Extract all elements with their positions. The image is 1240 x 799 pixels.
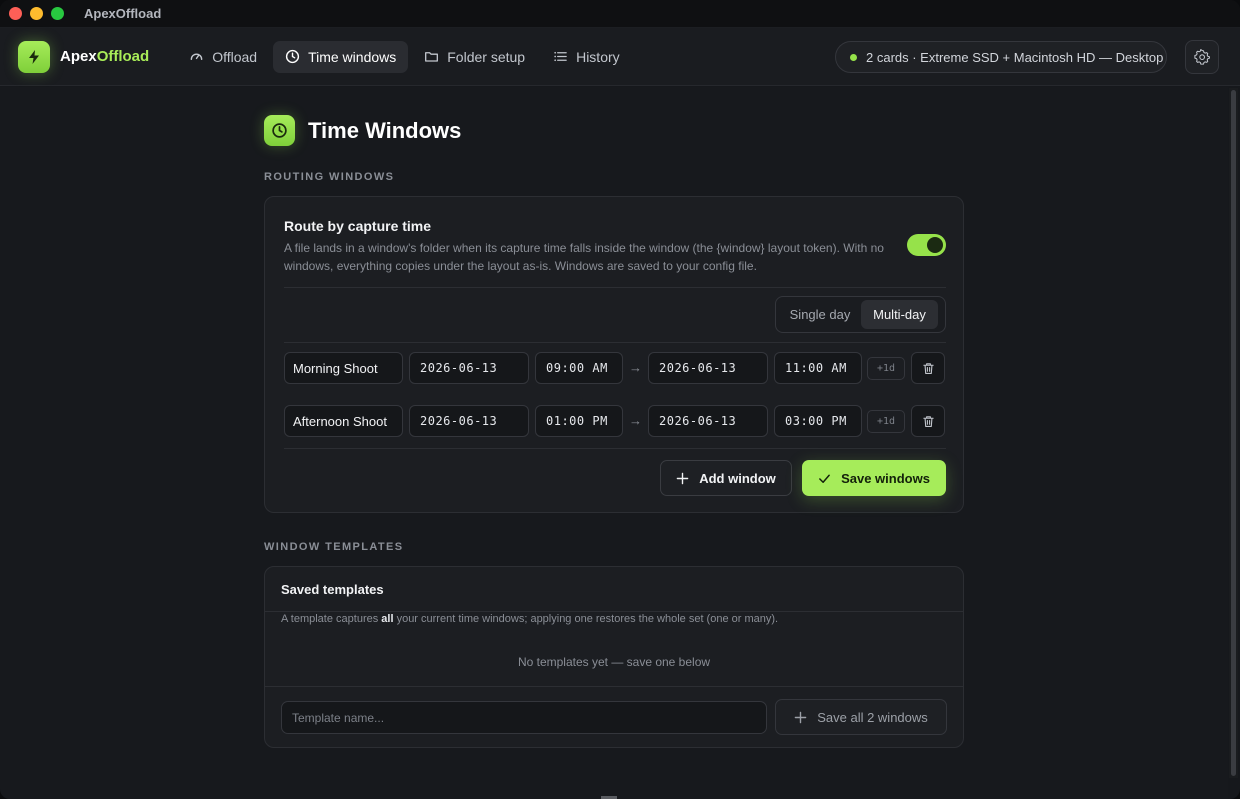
clock-icon [285, 49, 300, 64]
end-time-input[interactable]: 11:00 AM [774, 352, 862, 384]
save-all-windows-button[interactable]: Save all 2 windows [775, 699, 947, 735]
window-title: ApexOffload [84, 6, 162, 21]
day-mode-selector: Single day Multi-day [775, 296, 946, 333]
add-window-button[interactable]: Add window [660, 460, 792, 496]
brand-suffix: Offload [96, 48, 150, 65]
main-nav: Offload Time windows Folder setup Histor… [177, 40, 632, 73]
close-window-button[interactable] [9, 7, 22, 20]
folder-icon [425, 52, 439, 62]
templates-header: Saved templates [265, 567, 963, 612]
plus-day-button[interactable]: +1d [867, 410, 905, 433]
trash-icon [922, 362, 934, 374]
minimize-window-button[interactable] [30, 7, 43, 20]
brand-name: ApexOffload [60, 48, 149, 65]
plus-icon [676, 472, 689, 484]
toggle-knob [927, 237, 943, 253]
route-toggle[interactable] [907, 234, 946, 256]
start-time-input[interactable]: 09:00 AM [535, 352, 623, 384]
window-controls [9, 7, 64, 20]
list-icon [554, 51, 567, 62]
divider [284, 287, 946, 288]
brand-prefix: Apex [60, 48, 97, 65]
arrow-right-icon: → [629, 360, 642, 375]
plus-day-button[interactable]: +1d [867, 357, 905, 380]
settings-button[interactable] [1185, 40, 1219, 74]
arrow-right-icon: → [629, 413, 642, 428]
nav-history-label: History [576, 48, 620, 65]
start-time-input[interactable]: 01:00 PM [535, 405, 623, 437]
scrollbar-thumb[interactable] [1231, 90, 1236, 776]
device-status-text: 2 cards · Extreme SSD + Macintosh HD — D… [866, 49, 1164, 65]
delete-window-button[interactable] [911, 405, 945, 437]
templates-title: Saved templates [281, 582, 384, 597]
lightning-icon [18, 40, 50, 73]
nav-folder-setup[interactable]: Folder setup [412, 41, 537, 73]
nav-offload-label: Offload [212, 48, 258, 65]
route-description: A file lands in a window's folder when i… [284, 241, 884, 273]
nav-history[interactable]: History [541, 41, 632, 73]
app-window: ApexOffload ApexOffload Offload Time win… [0, 0, 1240, 799]
route-title: Route by capture time [284, 218, 432, 234]
divider [284, 342, 946, 343]
start-date-input[interactable]: 2026-06-13 [409, 405, 529, 437]
nav-offload[interactable]: Offload [177, 41, 269, 73]
templates-card: Saved templates A template captures all … [264, 566, 964, 748]
routing-card: Route by capture time A file lands in a … [264, 196, 964, 513]
scrollbar[interactable] [1229, 88, 1238, 778]
status-dot-icon [850, 53, 857, 61]
page-header: Time Windows [264, 115, 461, 146]
divider [284, 448, 946, 449]
window-name-input[interactable]: Afternoon Shoot [284, 405, 403, 437]
save-all-label: Save all 2 windows [817, 709, 928, 725]
desc-part: your current time windows; applying one … [393, 613, 779, 625]
end-date-input[interactable]: 2026-06-13 [648, 405, 768, 437]
brand: ApexOffload [18, 40, 149, 73]
save-windows-button[interactable]: Save windows [802, 460, 946, 496]
templates-description: A template captures all your current tim… [281, 613, 778, 625]
title-bar: ApexOffload [0, 0, 1240, 28]
template-name-input[interactable] [281, 701, 767, 734]
plus-icon [794, 711, 807, 723]
save-windows-label: Save windows [841, 470, 930, 486]
page-title: Time Windows [308, 117, 462, 143]
top-toolbar: ApexOffload Offload Time windows Folder … [0, 28, 1240, 86]
divider [265, 686, 963, 687]
multi-day-option[interactable]: Multi-day [861, 300, 938, 329]
gauge-icon [190, 53, 203, 61]
nav-time-windows[interactable]: Time windows [273, 40, 409, 73]
templates-empty-state: No templates yet — save one below [517, 655, 711, 669]
device-status-pill[interactable]: 2 cards · Extreme SSD + Macintosh HD — D… [835, 41, 1167, 73]
zoom-window-button[interactable] [51, 7, 64, 20]
start-date-input[interactable]: 2026-06-13 [409, 352, 529, 384]
gear-icon [1193, 48, 1210, 65]
check-icon [819, 474, 830, 483]
end-time-input[interactable]: 03:00 PM [774, 405, 862, 437]
desc-emphasis: all [381, 613, 394, 625]
trash-icon [922, 415, 934, 427]
templates-section-label: WINDOW TEMPLATES [264, 541, 404, 553]
nav-folder-setup-label: Folder setup [447, 48, 526, 65]
window-name-input[interactable]: Morning Shoot [284, 352, 403, 384]
add-window-label: Add window [699, 470, 776, 486]
routing-section-label: ROUTING WINDOWS [264, 171, 395, 183]
single-day-option[interactable]: Single day [779, 300, 861, 329]
end-date-input[interactable]: 2026-06-13 [648, 352, 768, 384]
desc-part: A template captures [281, 613, 382, 625]
nav-time-windows-label: Time windows [308, 48, 397, 65]
delete-window-button[interactable] [911, 352, 945, 384]
clock-icon [264, 115, 295, 146]
